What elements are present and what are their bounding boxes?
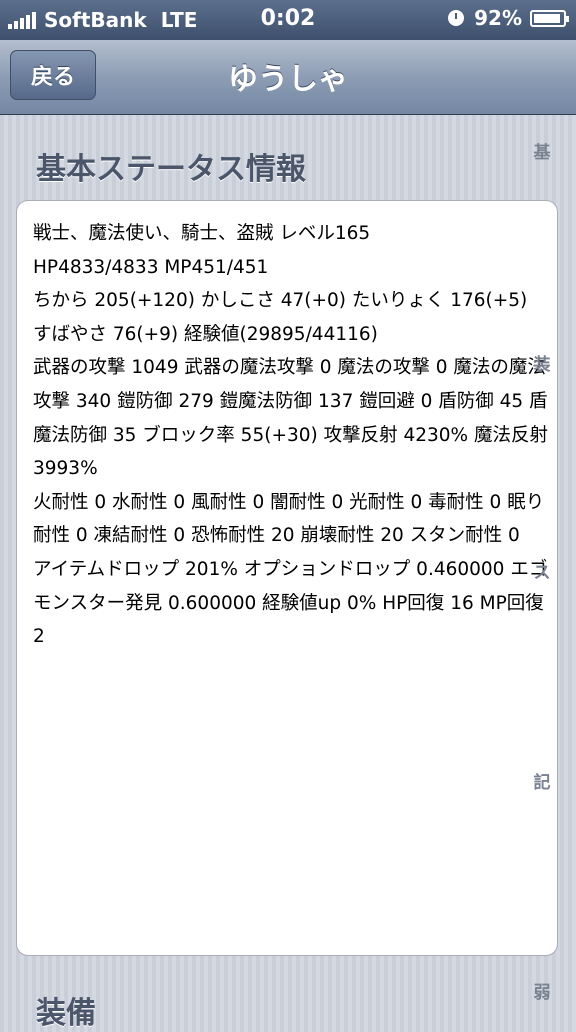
battery-icon <box>530 9 569 27</box>
section-header-basic-status: 基本ステータス情報 <box>36 152 306 187</box>
index-item-basic[interactable]: 基 <box>532 138 552 163</box>
status-right: 92% <box>448 6 569 30</box>
index-item-weakness[interactable]: 弱 <box>532 978 552 1003</box>
status-text-box: 戦士、魔法使い、騎士、盗賊 レベル165 HP4833/4833 MP451/4… <box>16 200 558 956</box>
index-item-skill[interactable]: ス <box>532 558 552 583</box>
index-item-record[interactable]: 記 <box>532 768 552 793</box>
index-item-equipment[interactable]: 装 <box>532 350 552 375</box>
status-text: 戦士、魔法使い、騎士、盗賊 レベル165 HP4833/4833 MP451/4… <box>33 223 549 648</box>
battery-percent: 92% <box>474 6 522 30</box>
status-bar: SoftBank LTE 0:02 92% <box>0 0 576 40</box>
rotation-lock-icon <box>448 10 465 26</box>
navigation-bar: 戻る ゆうしゃ <box>0 40 576 115</box>
page-title: ゆうしゃ <box>228 62 348 97</box>
section-header-equipment: 装備 <box>36 996 96 1031</box>
